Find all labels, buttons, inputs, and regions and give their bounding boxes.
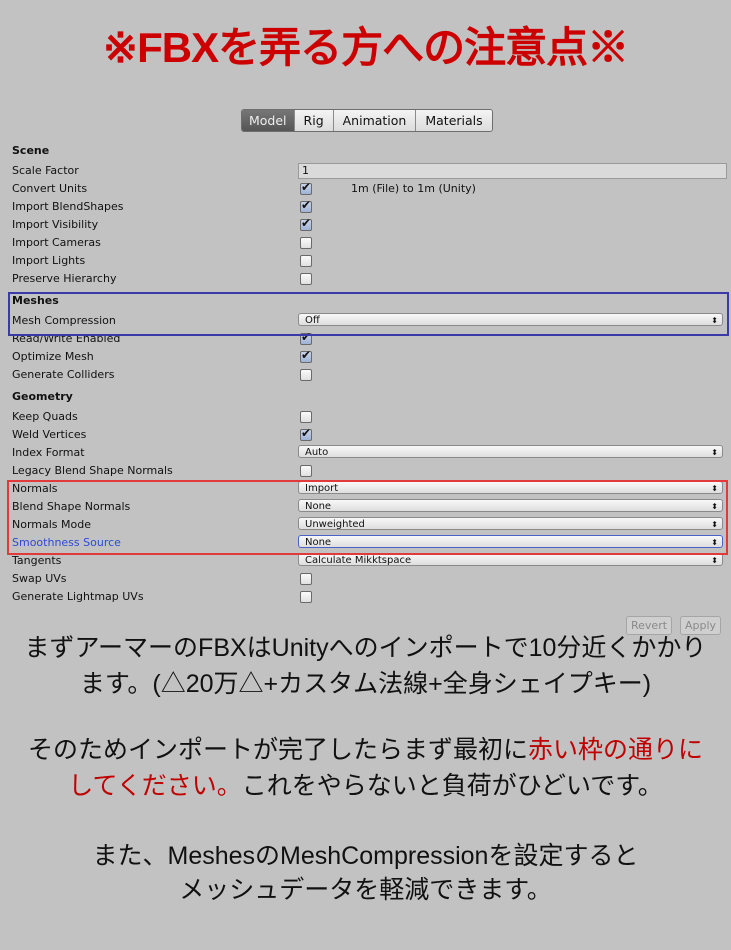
setting-label: Import Visibility	[12, 218, 99, 231]
dropdown-value: Calculate Mikktspace	[305, 555, 412, 566]
note-line: ます。(△20万△+カスタム法線+全身シェイプキー)	[79, 670, 652, 698]
setting-label: Generate Lightmap UVs	[12, 590, 144, 603]
import-cameras-checkbox[interactable]	[300, 237, 312, 249]
section-header-scene: Scene	[0, 142, 731, 162]
setting-row-import-visibility: Import Visibility	[0, 216, 731, 234]
normals-highlight-box	[7, 480, 728, 555]
setting-label: Index Format	[12, 446, 85, 459]
generate-colliders-checkbox[interactable]	[300, 369, 312, 381]
tab-animation[interactable]: Animation	[332, 110, 416, 131]
setting-label: Scale Factor	[12, 164, 79, 177]
importer-tabs: Model Rig Animation Materials	[241, 109, 493, 132]
note-line: また、MeshesのMeshCompressionを設定すると	[92, 842, 639, 870]
setting-row-import-cameras: Import Cameras	[0, 234, 731, 252]
setting-row-import-lights: Import Lights	[0, 252, 731, 270]
section-title: Geometry	[12, 390, 73, 403]
tab-materials[interactable]: Materials	[415, 110, 492, 131]
setting-row-import-blendshapes: Import BlendShapes	[0, 198, 731, 216]
note-text-red: してください。	[68, 772, 242, 800]
import-visibility-checkbox[interactable]	[300, 216, 312, 231]
note-text-red: 赤い枠の通りに	[528, 736, 704, 764]
setting-row-swap-uvs: Swap UVs	[0, 570, 731, 588]
setting-row-generate-colliders: Generate Colliders	[0, 366, 731, 384]
section-title: Scene	[12, 144, 50, 157]
setting-row-optimize-mesh: Optimize Mesh	[0, 348, 731, 366]
setting-label: Import BlendShapes	[12, 200, 124, 213]
note-text: これをやらないと負荷がひどいです。	[241, 772, 663, 800]
note-line: まずアーマーのFBXはUnityへのインポートで10分近くかかり	[24, 634, 707, 662]
setting-label: Import Lights	[12, 254, 86, 267]
setting-row-preserve-hierarchy: Preserve Hierarchy	[0, 270, 731, 288]
meshes-highlight-box	[8, 292, 729, 336]
setting-row-legacy-blend-shape-normals: Legacy Blend Shape Normals	[0, 462, 731, 480]
setting-row-generate-lightmap-uvs: Generate Lightmap UVs	[0, 588, 731, 606]
note-line: メッシュデータを軽減できます。	[179, 876, 552, 904]
convert-units-checkbox[interactable]	[300, 180, 312, 195]
section-header-geometry: Geometry	[0, 388, 731, 408]
unit-conversion-note: 1m (File) to 1m (Unity)	[351, 182, 476, 195]
dropdown-arrows-icon: ⬍	[711, 448, 718, 457]
dropdown-value: Auto	[305, 447, 329, 458]
setting-label: Keep Quads	[12, 410, 78, 423]
setting-row-convert-units: Convert Units 1m (File) to 1m (Unity)	[0, 180, 731, 198]
scale-factor-input[interactable]: 1	[298, 163, 727, 179]
setting-label: Optimize Mesh	[12, 350, 94, 363]
setting-row-keep-quads: Keep Quads	[0, 408, 731, 426]
note-paragraph-1: まずアーマーのFBXはUnityへのインポートで10分近くかかり ます。(△20…	[0, 630, 731, 702]
preserve-hierarchy-checkbox[interactable]	[300, 273, 312, 285]
legacy-blend-shape-normals-checkbox[interactable]	[300, 465, 312, 477]
keep-quads-checkbox[interactable]	[300, 411, 312, 423]
tab-model[interactable]: Model	[242, 110, 294, 131]
setting-row-index-format: Index Format Auto ⬍	[0, 444, 731, 462]
setting-row-weld-vertices: Weld Vertices	[0, 426, 731, 444]
setting-label: Weld Vertices	[12, 428, 87, 441]
setting-label: Preserve Hierarchy	[12, 272, 117, 285]
setting-label: Legacy Blend Shape Normals	[12, 464, 173, 477]
import-blendshapes-checkbox[interactable]	[300, 198, 312, 213]
generate-lightmap-uvs-checkbox[interactable]	[300, 591, 312, 603]
setting-label: Generate Colliders	[12, 368, 115, 381]
setting-row-scale-factor: Scale Factor 1	[0, 162, 731, 180]
weld-vertices-checkbox[interactable]	[300, 426, 312, 441]
setting-label: Import Cameras	[12, 236, 101, 249]
setting-label: Convert Units	[12, 182, 88, 195]
import-lights-checkbox[interactable]	[300, 255, 312, 267]
optimize-mesh-checkbox[interactable]	[300, 348, 312, 363]
index-format-dropdown[interactable]: Auto ⬍	[298, 445, 723, 458]
setting-label: Tangents	[12, 554, 62, 567]
note-paragraph-3: また、MeshesのMeshCompressionを設定すると メッシュデータを…	[0, 839, 731, 907]
swap-uvs-checkbox[interactable]	[300, 573, 312, 585]
tab-rig[interactable]: Rig	[293, 110, 333, 131]
setting-label: Swap UVs	[12, 572, 67, 585]
note-text: そのためインポートが完了したらまず最初に	[27, 736, 528, 764]
page-title: ※FBXを弄る方への注意点※	[102, 24, 629, 71]
dropdown-arrows-icon: ⬍	[711, 556, 718, 565]
note-paragraph-2: そのためインポートが完了したらまず最初に赤い枠の通りに してください。これをやら…	[0, 732, 731, 804]
